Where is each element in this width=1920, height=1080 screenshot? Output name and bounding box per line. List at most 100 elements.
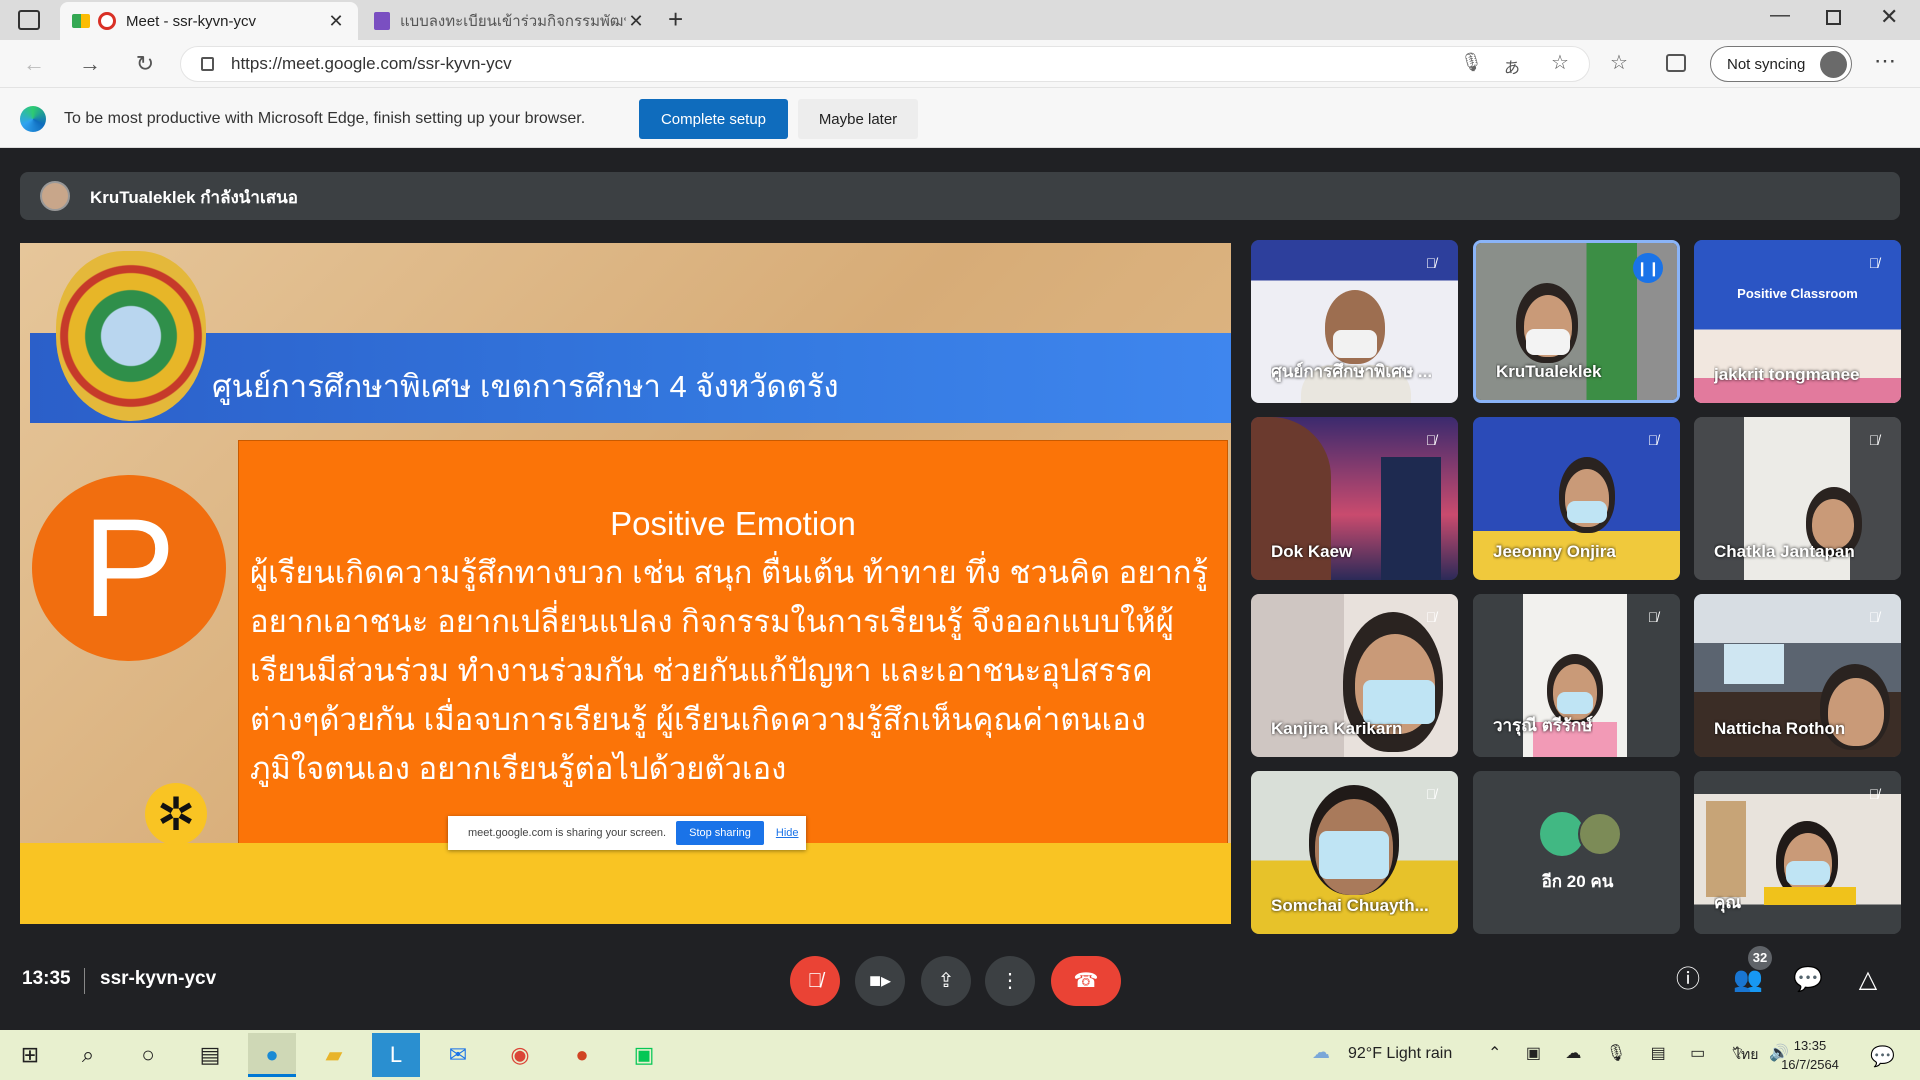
muted-mic-icon: 🎙̸ (1425, 609, 1437, 625)
taskbar-clock[interactable]: 13:35 16/7/2564 (1770, 1036, 1850, 1074)
muted-mic-icon: 🎙̸ (1647, 609, 1659, 625)
participant-name: jakkrit tongmanee (1714, 365, 1860, 384)
chrome-icon[interactable]: ◉ (496, 1033, 544, 1077)
participant-tile[interactable]: 🎙̸ ศูนย์การศึกษาพิเศษ ... (1251, 240, 1458, 403)
line-app-icon[interactable]: ▣ (620, 1033, 668, 1077)
line-l-icon[interactable]: L (372, 1033, 420, 1077)
cortana-icon[interactable]: ○ (124, 1033, 172, 1077)
muted-mic-icon: 🎙̸ (1868, 255, 1880, 271)
back-icon[interactable]: ← (20, 50, 48, 78)
stop-sharing-button[interactable]: Stop sharing (676, 821, 764, 845)
address-bar[interactable]: https://meet.google.com/ssr-kyvn-ycv (180, 46, 1590, 82)
present-screen-icon: ⇪ (937, 970, 955, 992)
taskbar-time: 13:35 (1793, 1038, 1827, 1053)
participant-name: วารุณี ตรีรักษ์ (1493, 716, 1593, 735)
profile-sync-button[interactable]: Not syncing (1710, 46, 1852, 82)
presenter-label: KruTualeklek กำลังนำเสนอ (90, 188, 298, 207)
url-text: https://meet.google.com/ssr-kyvn-ycv (231, 54, 512, 73)
close-window-icon[interactable]: ✕ (1880, 4, 1898, 30)
meeting-details-icon[interactable]: ⓘ (1668, 960, 1708, 1000)
leave-call-button[interactable]: ☎ (1051, 956, 1121, 1006)
muted-mic-icon: 🎙̸ (1425, 786, 1437, 802)
meeting-code: ssr-kyvn-ycv (100, 968, 217, 989)
tab-meet[interactable]: Meet - ssr-kyvn-ycv ✕ (60, 2, 358, 40)
muted-mic-icon: 🎙̸ (1425, 255, 1437, 271)
complete-setup-button[interactable]: Complete setup (639, 99, 788, 139)
camera-toggle-button[interactable]: ■▸ (855, 956, 905, 1006)
slide-heading: Positive Emotion (610, 505, 856, 542)
input-language[interactable]: ไทย (1734, 1044, 1758, 1066)
muted-mic-icon: 🎙̸ (1647, 432, 1659, 448)
share-status-text: meet.google.com is sharing your screen. (468, 827, 667, 839)
forward-icon[interactable]: → (76, 50, 104, 78)
weather-icon: ☁ (1312, 1042, 1330, 1062)
participant-name: KruTualeklek (1496, 362, 1602, 381)
task-view-icon[interactable]: ▤ (186, 1033, 234, 1077)
search-icon[interactable]: ⌕ (64, 1033, 112, 1077)
edge-logo-icon (20, 106, 46, 132)
school-seal-logo (56, 251, 206, 421)
refresh-icon[interactable]: ↻ (131, 50, 159, 78)
hang-up-icon: ☎ (1073, 970, 1099, 992)
participant-tile[interactable]: Positive Classroom 🎙̸ jakkrit tongmanee (1694, 240, 1901, 403)
add-favorite-icon[interactable]: ☆ (1551, 50, 1569, 75)
collections-icon[interactable] (1666, 54, 1686, 72)
slide-title: ศูนย์การศึกษาพิเศษ เขตการศึกษา 4 จังหวัด… (212, 369, 839, 404)
chat-icon[interactable]: 💬 (1788, 960, 1828, 1000)
taskbar-date: 16/7/2564 (1781, 1057, 1839, 1072)
speaking-indicator-icon: ❙❙ (1633, 253, 1663, 283)
participant-name: Jeeonny Onjira (1493, 542, 1616, 561)
more-participants-tile[interactable] (1473, 771, 1680, 934)
divider (84, 968, 85, 994)
tab-form[interactable]: แบบลงทะเบียนเข้าร่วมกิจกรรมพัฒนา... ✕ (362, 2, 658, 40)
meeting-time: 13:35 (22, 968, 71, 989)
more-options-button[interactable]: ⋮ (985, 956, 1035, 1006)
maximize-icon[interactable] (1826, 10, 1841, 25)
powerpoint-icon[interactable]: ● (558, 1033, 606, 1077)
windows-start-icon[interactable]: ⊞ (6, 1033, 54, 1077)
participant-tile[interactable]: 🎙̸ Somchai Chuayth... (1251, 771, 1458, 934)
favorites-icon[interactable]: ☆ (1610, 50, 1628, 75)
participant-tile[interactable]: 🎙̸ Natticha Rothon (1694, 594, 1901, 757)
edge-taskbar-icon[interactable]: ● (248, 1033, 296, 1077)
tab-title: แบบลงทะเบียนเข้าร่วมกิจกรรมพัฒนา... (400, 13, 626, 30)
participant-name: Dok Kaew (1271, 542, 1353, 561)
network-icon: ✲ (145, 783, 207, 845)
read-aloud-icon[interactable]: あ (1504, 54, 1520, 78)
google-forms-icon (374, 12, 390, 30)
slide-body-text: ผู้เรียนเกิดความรู้สึกทางบวก เช่น สนุก ต… (250, 555, 1209, 786)
participant-tile[interactable]: 🎙̸ วารุณี ตรีรักษ์ (1473, 594, 1680, 757)
notifications-icon[interactable]: 💬 (1870, 1044, 1895, 1069)
activities-icon[interactable]: △ (1848, 960, 1888, 1000)
participant-tile[interactable]: 🎙̸ Kanjira Karikarn (1251, 594, 1458, 757)
slide-letter-circle: P (32, 475, 226, 661)
participant-tile[interactable]: ❙❙ KruTualeklek (1473, 240, 1680, 403)
lock-icon (201, 57, 214, 71)
muted-mic-icon: 🎙̸ (1868, 786, 1880, 802)
participant-tile-self[interactable]: 🎙̸ คุณ (1694, 771, 1901, 934)
camera-icon: ■▸ (868, 970, 892, 992)
muted-mic-icon: 🎙̸ (1868, 432, 1880, 448)
minimize-icon[interactable]: — (1770, 4, 1790, 27)
microphone-toggle-button[interactable]: 🎙̸ (790, 956, 840, 1006)
weather-widget[interactable]: 92°F Light rain (1348, 1045, 1452, 1063)
hide-share-bar-link[interactable]: Hide (776, 827, 799, 839)
mail-icon[interactable]: ✉ (434, 1033, 482, 1077)
close-tab-icon[interactable]: ✕ (326, 11, 346, 32)
close-tab-icon[interactable]: ✕ (626, 11, 646, 32)
maybe-later-button[interactable]: Maybe later (798, 99, 918, 139)
presentation-screen: ศูนย์การศึกษาพิเศษ เขตการศึกษา 4 จังหวัด… (20, 243, 1231, 924)
participant-tile[interactable]: 🎙̸ Jeeonny Onjira (1473, 417, 1680, 580)
participant-tile[interactable]: 🎙̸ Dok Kaew (1251, 417, 1458, 580)
file-explorer-icon[interactable]: ▰ (310, 1033, 358, 1077)
participant-name: Somchai Chuayth... (1271, 896, 1429, 915)
participant-tile[interactable]: 🎙̸ Chatkla Jantapan (1694, 417, 1901, 580)
microphone-icon[interactable]: 🎙 (1460, 52, 1483, 73)
presenter-banner (20, 172, 1900, 220)
present-now-button[interactable]: ⇪ (921, 956, 971, 1006)
google-meet-icon (72, 14, 90, 28)
new-tab-icon[interactable]: + (668, 4, 683, 35)
tab-actions-icon[interactable] (18, 10, 40, 30)
screen-share-bar: meet.google.com is sharing your screen. … (448, 816, 806, 850)
more-options-icon[interactable]: ⋯ (1874, 48, 1896, 74)
